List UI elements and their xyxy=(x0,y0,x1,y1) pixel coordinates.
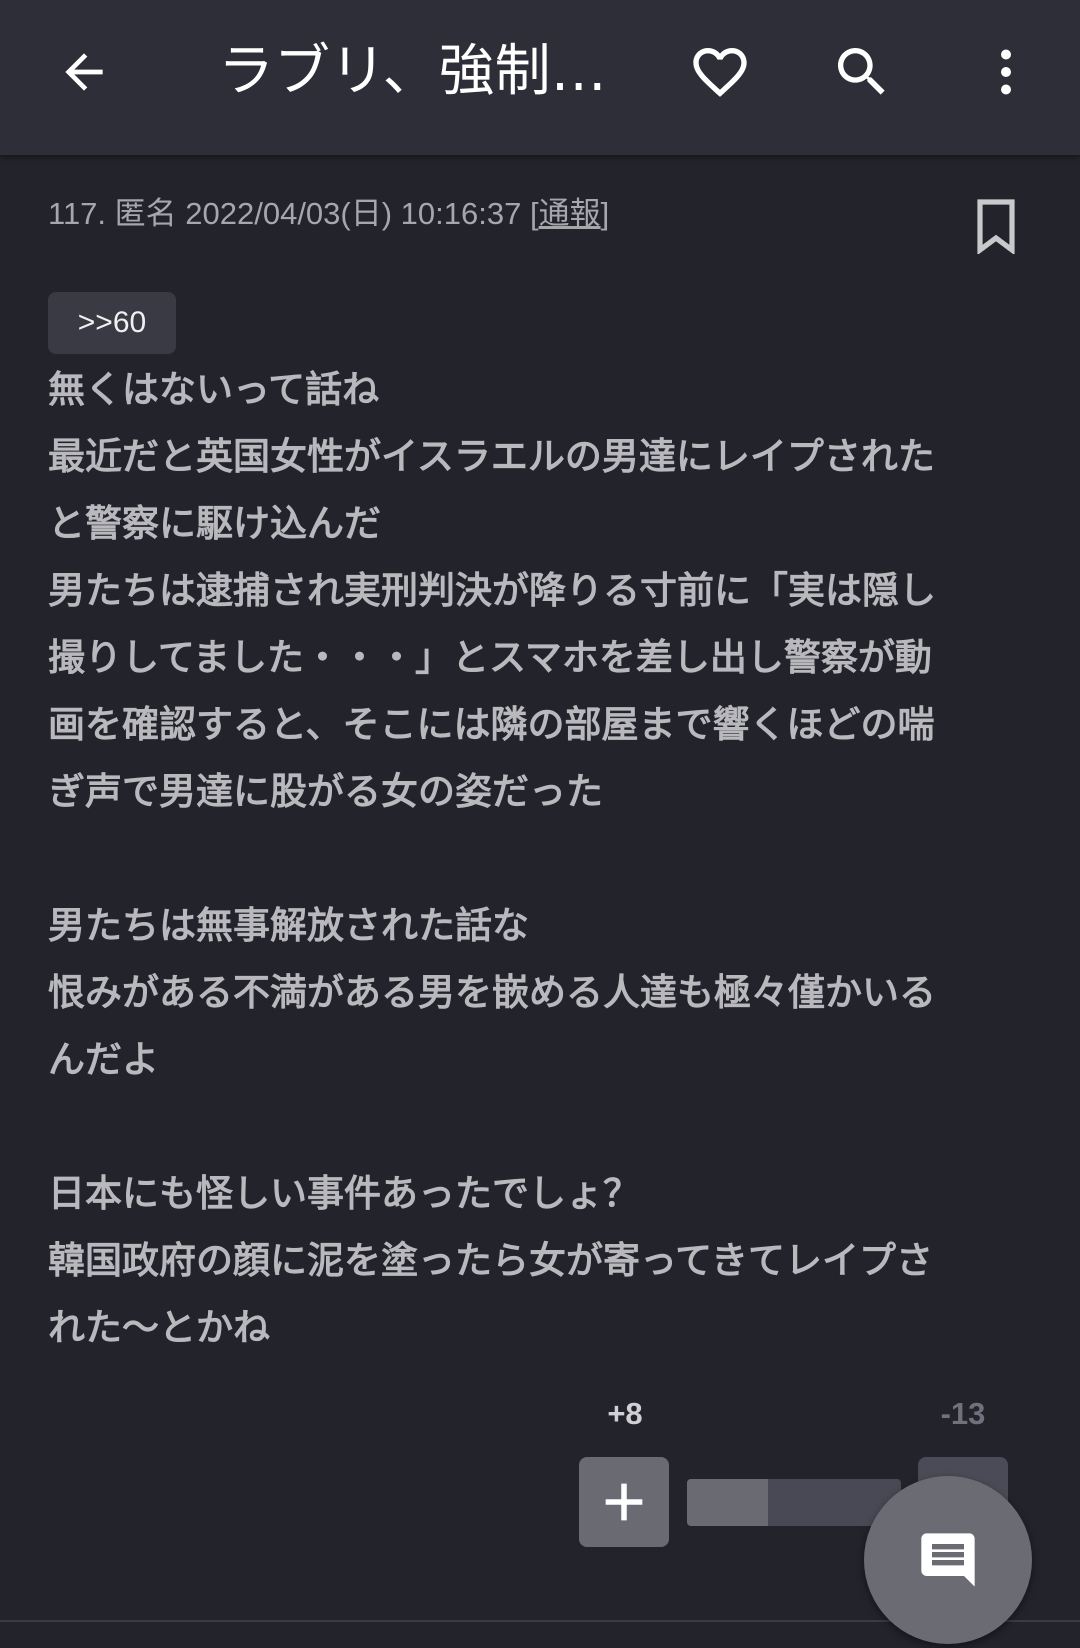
post-body-line: 最近だと英国女性がイスラエルの男達にレイプされた xyxy=(48,435,935,478)
heart-outline-icon xyxy=(693,48,747,97)
more-vert-icon xyxy=(1001,49,1011,95)
report-link[interactable]: 通報 xyxy=(539,196,601,231)
post-body-line xyxy=(48,1093,1038,1160)
post-body-line: 男たちは逮捕され実刑判決が降りる寸前に「実は隠し xyxy=(48,569,936,612)
post-body-line: と警察に駆け込んだ xyxy=(48,502,381,545)
vote-ratio-bar xyxy=(687,1479,901,1526)
minus-vote-count: -13 xyxy=(940,1396,986,1431)
vote-ratio-fill xyxy=(687,1479,769,1526)
bookmark-outline-icon xyxy=(977,199,1015,256)
post-body-line: んだよ xyxy=(48,1038,159,1081)
post-meta-info: 117. 匿名 2022/04/03(日) 10:16:37 [ xyxy=(48,196,539,231)
post-body-line: 韓国政府の顔に泥を塗ったら女が寄ってきてレイプさ xyxy=(48,1239,934,1282)
post-body-line xyxy=(48,825,1038,892)
page-title: ラブリ、強制… xyxy=(218,39,607,104)
plus-vote-count: +8 xyxy=(607,1396,643,1431)
reply-anchor-chip[interactable]: >>60 xyxy=(48,292,176,354)
post-body: 無くはないって話ね最近だと英国女性がイスラエルの男達にレイプされた と警察に駆け込… xyxy=(48,356,1038,1361)
plus-icon xyxy=(605,1483,643,1521)
post-body-line: ぎ声で男達に股がる女の姿だった xyxy=(48,770,603,813)
more-options-button[interactable] xyxy=(972,38,1040,106)
plus-vote-button[interactable] xyxy=(579,1457,669,1547)
post-body-line: 無くはないって話ね xyxy=(48,368,380,411)
arrow-left-icon xyxy=(65,53,103,91)
post-meta: 117. 匿名 2022/04/03(日) 10:16:37 [通報] xyxy=(48,192,609,236)
back-button[interactable] xyxy=(50,38,118,106)
comment-fab[interactable] xyxy=(864,1476,1032,1644)
search-button[interactable] xyxy=(828,38,896,106)
app-bar: ラブリ、強制… xyxy=(0,0,1080,155)
post-body-line: 日本にも怪しい事件あったでしょ？ xyxy=(48,1172,640,1215)
post-body-line: 男たちは無事解放された話な xyxy=(48,904,529,947)
post-body-line: 恨みがある不満がある男を嵌める人達も極々僅かいる xyxy=(48,971,936,1014)
post-body-line: れた〜とかね xyxy=(48,1306,270,1349)
bookmark-button[interactable] xyxy=(972,198,1020,256)
favorite-button[interactable] xyxy=(686,38,754,106)
post-meta-suffix: ] xyxy=(600,196,610,231)
post-body-line: 撮りしてました・・・」とスマホを差し出し警察が動 xyxy=(48,636,932,679)
comment-icon xyxy=(921,1533,975,1587)
post-body-line: 画を確認すると、そこには隣の部屋まで響くほどの喘 xyxy=(48,703,935,746)
search-icon xyxy=(838,48,885,95)
